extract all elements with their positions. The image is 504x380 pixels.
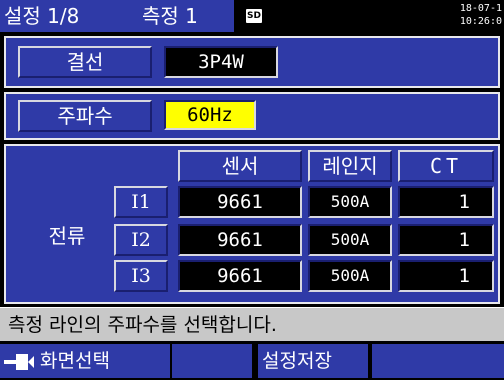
wiring-panel: 결선 3P4W bbox=[4, 36, 500, 88]
range-value-i1[interactable]: 500A bbox=[308, 186, 392, 218]
screen-select-key[interactable]: 화면선택 bbox=[0, 344, 170, 378]
save-settings-key[interactable]: 설정저장 bbox=[258, 344, 368, 378]
sensor-value-i2[interactable]: 9661 bbox=[178, 224, 302, 256]
screen-select-label: 화면선택 bbox=[40, 350, 110, 372]
tab-measure[interactable]: 측정 1 bbox=[138, 0, 234, 32]
function-key-bar: 화면선택 설정저장 bbox=[0, 342, 504, 380]
ct-value-i3[interactable]: 1 bbox=[398, 260, 494, 292]
frequency-value[interactable]: 60Hz bbox=[164, 100, 256, 130]
column-header-ct: CT bbox=[398, 150, 494, 182]
column-header-range: 레인지 bbox=[308, 150, 392, 182]
sensor-value-i3[interactable]: 9661 bbox=[178, 260, 302, 292]
current-panel: 센서 레인지 CT 전류 I1 9661 500A 1 I2 9661 500A… bbox=[4, 144, 500, 304]
status-header: 설정 1/8 측정 1 SD 18-07-1 10:26:0 bbox=[0, 0, 504, 32]
row-label-i3: I3 bbox=[114, 260, 168, 292]
range-value-i3[interactable]: 500A bbox=[308, 260, 392, 292]
sensor-value-i1[interactable]: 9661 bbox=[178, 186, 302, 218]
row-label-i2: I2 bbox=[114, 224, 168, 256]
function-key-2[interactable] bbox=[172, 344, 252, 378]
current-label: 전류 bbox=[48, 224, 86, 248]
time-readout: 10:26:0 bbox=[459, 16, 502, 27]
ct-value-i2[interactable]: 1 bbox=[398, 224, 494, 256]
function-key-4[interactable] bbox=[372, 344, 504, 378]
wiring-label: 결선 bbox=[18, 46, 152, 78]
sd-card-icon: SD bbox=[246, 9, 262, 23]
range-value-i2[interactable]: 500A bbox=[308, 224, 392, 256]
ct-value-i1[interactable]: 1 bbox=[398, 186, 494, 218]
column-header-sensor: 센서 bbox=[178, 150, 302, 182]
row-label-i1: I1 bbox=[114, 186, 168, 218]
arrow-enter-icon bbox=[4, 353, 34, 370]
message-bar: 측정 라인의 주파수를 선택합니다. bbox=[0, 307, 504, 341]
frequency-panel: 주파수 60Hz bbox=[4, 92, 500, 140]
frequency-label: 주파수 bbox=[18, 100, 152, 132]
wiring-value[interactable]: 3P4W bbox=[164, 46, 278, 78]
tab-settings[interactable]: 설정 1/8 bbox=[0, 0, 142, 32]
date-readout: 18-07-1 bbox=[459, 3, 502, 14]
